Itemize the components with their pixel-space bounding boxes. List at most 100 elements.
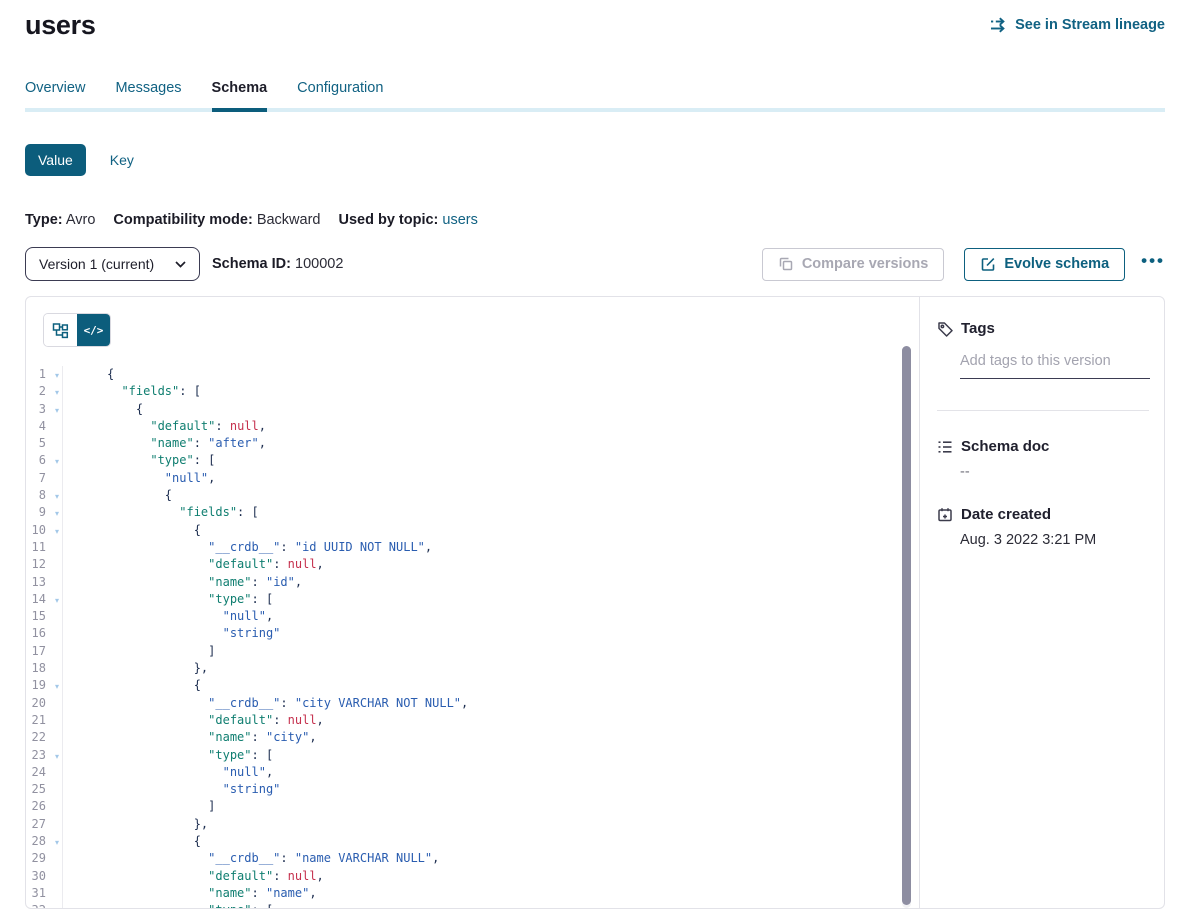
fold-arrow-icon[interactable]: ▾ — [55, 592, 59, 609]
code-line: 28▾ { — [26, 833, 919, 850]
code-line: 8▾ { — [26, 487, 919, 504]
code-line: 32▾ "type": [ — [26, 902, 919, 908]
meta-type-label: Type: — [25, 212, 63, 228]
edit-icon — [980, 256, 996, 272]
line-number: 21 — [26, 712, 62, 729]
value-key-toggle: Value Key — [25, 144, 1165, 176]
schema-meta-row: Type: Avro Compatibility mode: Backward … — [25, 212, 1165, 228]
schema-sidebar: Tags Schema doc -- — [919, 297, 1164, 908]
fold-arrow-icon[interactable]: ▾ — [55, 834, 59, 851]
evolve-schema-button[interactable]: Evolve schema — [964, 248, 1125, 281]
date-created-value: Aug. 3 2022 3:21 PM — [960, 532, 1149, 548]
tab-overview[interactable]: Overview — [25, 80, 85, 108]
code-text: { — [63, 487, 172, 504]
code-text: "type": [ — [63, 591, 273, 608]
page-title: users — [25, 10, 96, 41]
fold-arrow-icon[interactable]: ▾ — [55, 505, 59, 522]
version-select-value: Version 1 (current) — [39, 256, 154, 272]
stream-lineage-link[interactable]: See in Stream lineage — [990, 17, 1165, 33]
line-number: 7 — [26, 470, 62, 487]
schema-tree-icon — [52, 322, 69, 339]
fold-arrow-icon[interactable]: ▾ — [55, 488, 59, 505]
code-line: 29 "__crdb__": "name VARCHAR NULL", — [26, 850, 919, 867]
calendar-plus-icon — [937, 507, 953, 523]
line-number: 15 — [26, 608, 62, 625]
fold-arrow-icon[interactable]: ▾ — [55, 678, 59, 695]
code-line: 15 "null", — [26, 608, 919, 625]
code-line: 30 "default": null, — [26, 868, 919, 885]
fold-arrow-icon[interactable]: ▾ — [55, 903, 59, 908]
fold-arrow-icon[interactable]: ▾ — [55, 384, 59, 401]
line-number: 16 — [26, 625, 62, 642]
code-view-button[interactable]: </> — [77, 314, 110, 346]
code-line: 7 "null", — [26, 470, 919, 487]
schema-page: users See in Stream lineage Overview Mes… — [0, 10, 1189, 909]
key-toggle-button[interactable]: Key — [110, 152, 134, 168]
line-number: 26 — [26, 798, 62, 815]
line-number: 25 — [26, 781, 62, 798]
code-line: 17 ] — [26, 643, 919, 660]
code-text: "default": null, — [63, 712, 324, 729]
line-number: 29 — [26, 850, 62, 867]
code-line: 2▾ "fields": [ — [26, 383, 919, 400]
line-number: 31 — [26, 885, 62, 902]
version-select[interactable]: Version 1 (current) — [25, 247, 200, 281]
code-text: { — [63, 366, 114, 383]
tag-icon — [937, 321, 953, 337]
topbar: users See in Stream lineage — [25, 10, 1165, 41]
code-line: 3▾ { — [26, 401, 919, 418]
code-line: 24 "null", — [26, 764, 919, 781]
schema-id-value: 100002 — [295, 256, 343, 272]
code-text: "name": "id", — [63, 574, 302, 591]
code-text: "type": [ — [63, 452, 215, 469]
stream-lineage-icon — [990, 17, 1008, 33]
code-text: "string" — [63, 625, 280, 642]
fold-arrow-icon[interactable]: ▾ — [55, 748, 59, 765]
code-scrollbar-thumb[interactable] — [902, 346, 911, 905]
code-line: 19▾ { — [26, 677, 919, 694]
value-toggle-button[interactable]: Value — [25, 144, 86, 176]
line-number: 18 — [26, 660, 62, 677]
code-text: "type": [ — [63, 902, 273, 908]
tab-messages[interactable]: Messages — [115, 80, 181, 108]
schema-id: Schema ID: 100002 — [212, 256, 343, 272]
line-number: 11 — [26, 539, 62, 556]
code-text: "string" — [63, 781, 280, 798]
tab-configuration[interactable]: Configuration — [297, 80, 383, 108]
code-text: ] — [63, 798, 215, 815]
code-line: 18 }, — [26, 660, 919, 677]
fold-arrow-icon[interactable]: ▾ — [55, 453, 59, 470]
schema-doc-title: Schema doc — [961, 438, 1049, 455]
sidebar-divider — [937, 410, 1149, 411]
fold-arrow-icon[interactable]: ▾ — [55, 367, 59, 384]
code-text: { — [63, 833, 201, 850]
version-bar: Version 1 (current) Schema ID: 100002 Co… — [25, 247, 1165, 281]
meta-type-value: Avro — [66, 212, 96, 228]
fold-arrow-icon[interactable]: ▾ — [55, 402, 59, 419]
line-number: 12 — [26, 556, 62, 573]
code-text: { — [63, 677, 201, 694]
code-text: "name": "city", — [63, 729, 317, 746]
code-line: 23▾ "type": [ — [26, 747, 919, 764]
code-line: 31 "name": "name", — [26, 885, 919, 902]
tree-view-button[interactable] — [44, 314, 77, 346]
code-panel: </> 1▾{2▾ "fields": [3▾ {4 "default": nu… — [26, 297, 919, 908]
tab-schema[interactable]: Schema — [212, 80, 268, 108]
code-toolbar: </> — [26, 297, 919, 347]
date-created-section: Date created Aug. 3 2022 3:21 PM — [937, 506, 1149, 548]
code-line: 16 "string" — [26, 625, 919, 642]
compare-versions-button[interactable]: Compare versions — [762, 248, 945, 281]
code-line: 26 ] — [26, 798, 919, 815]
tab-bar: Overview Messages Schema Configuration — [25, 80, 1165, 112]
used-by-topic-link[interactable]: users — [442, 212, 477, 228]
stream-lineage-label: See in Stream lineage — [1015, 17, 1165, 33]
line-number: 22 — [26, 729, 62, 746]
more-options-button[interactable]: ••• — [1141, 251, 1165, 277]
meta-used-by-topic-label: Used by topic: — [338, 212, 438, 228]
add-tags-input[interactable] — [960, 353, 1150, 379]
fold-arrow-icon[interactable]: ▾ — [55, 523, 59, 540]
evolve-schema-label: Evolve schema — [1004, 256, 1109, 272]
line-number: 13 — [26, 574, 62, 591]
code-line: 22 "name": "city", — [26, 729, 919, 746]
code-text: ] — [63, 643, 215, 660]
